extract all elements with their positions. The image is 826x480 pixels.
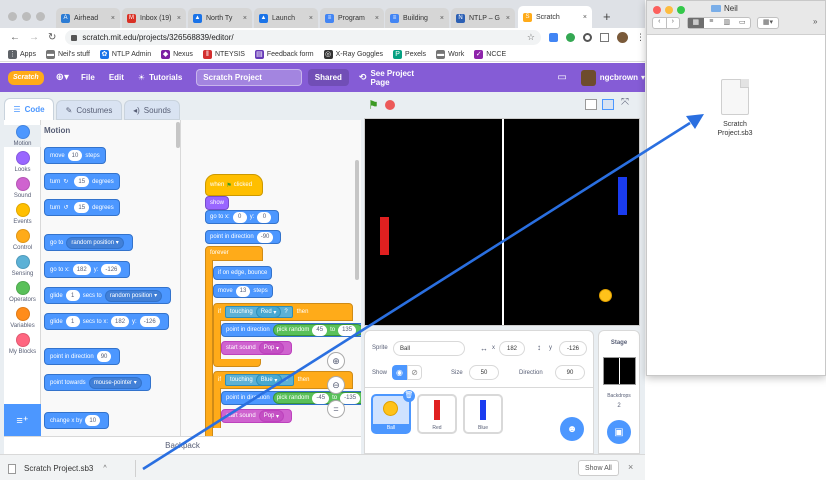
desktop: A Airhead × M Inbox (19) × ▲ North Ty × ▲ Launch × ≡… xyxy=(0,0,826,480)
drag-arrow-annotation xyxy=(142,114,704,471)
